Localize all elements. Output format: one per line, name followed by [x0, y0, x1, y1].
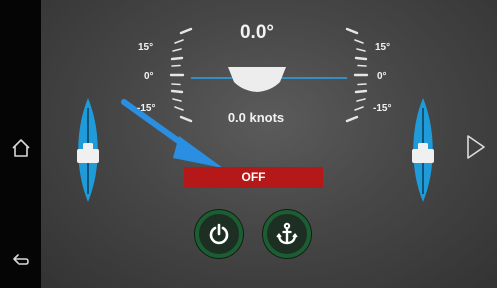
power-icon [209, 223, 229, 245]
scale-tick [345, 115, 359, 123]
left-trim-tab[interactable] [77, 98, 99, 202]
scale-tick [357, 83, 367, 86]
scale-tick [345, 27, 359, 35]
scale-tick [356, 48, 366, 52]
anchor-icon [276, 222, 298, 245]
scale-tick [170, 56, 184, 61]
right-heel-scale [345, 27, 369, 123]
back-arrow-icon [12, 254, 29, 265]
scale-tick [170, 89, 184, 94]
left-heel-scale [169, 27, 193, 123]
heel-angle-readout: 0.0° [239, 22, 274, 43]
scale-tick [179, 115, 193, 123]
scale-tick [172, 98, 182, 102]
scale-tick [357, 64, 367, 67]
scale-tick [179, 27, 193, 35]
status-off-indicator[interactable]: OFF [184, 167, 323, 188]
trim-tab-screen: 0.0° 15° 0° -15° 15° 0° -15° 0.0 knots O… [41, 0, 497, 288]
scale-tick [171, 83, 181, 86]
scale-tick [174, 106, 184, 111]
speed-readout: 0.0 knots [227, 110, 285, 125]
left-scale-middle-label: 0° [144, 71, 154, 82]
right-trim-tab[interactable] [412, 98, 434, 202]
scale-tick [171, 64, 181, 67]
scale-tick [172, 48, 182, 52]
scale-tick [354, 106, 364, 111]
right-scale-bottom-label: -15° [373, 103, 392, 114]
scale-tick [356, 98, 366, 102]
left-scale-bottom-label: -15° [137, 103, 156, 114]
home-icon [11, 139, 30, 157]
right-scale-middle-label: 0° [377, 71, 387, 82]
scale-tick [354, 56, 368, 61]
scale-tick [354, 39, 364, 44]
home-button[interactable] [0, 128, 41, 168]
power-button[interactable] [195, 210, 243, 258]
right-scale-top-label: 15° [375, 42, 391, 53]
anchor-button[interactable] [263, 210, 311, 258]
boat-hull-indicator [228, 67, 286, 92]
next-page-icon[interactable] [467, 135, 485, 159]
system-nav-bar [0, 0, 41, 288]
left-scale-top-label: 15° [138, 42, 154, 53]
scale-tick [174, 39, 184, 44]
scale-tick [354, 89, 368, 94]
back-button[interactable] [0, 240, 41, 280]
